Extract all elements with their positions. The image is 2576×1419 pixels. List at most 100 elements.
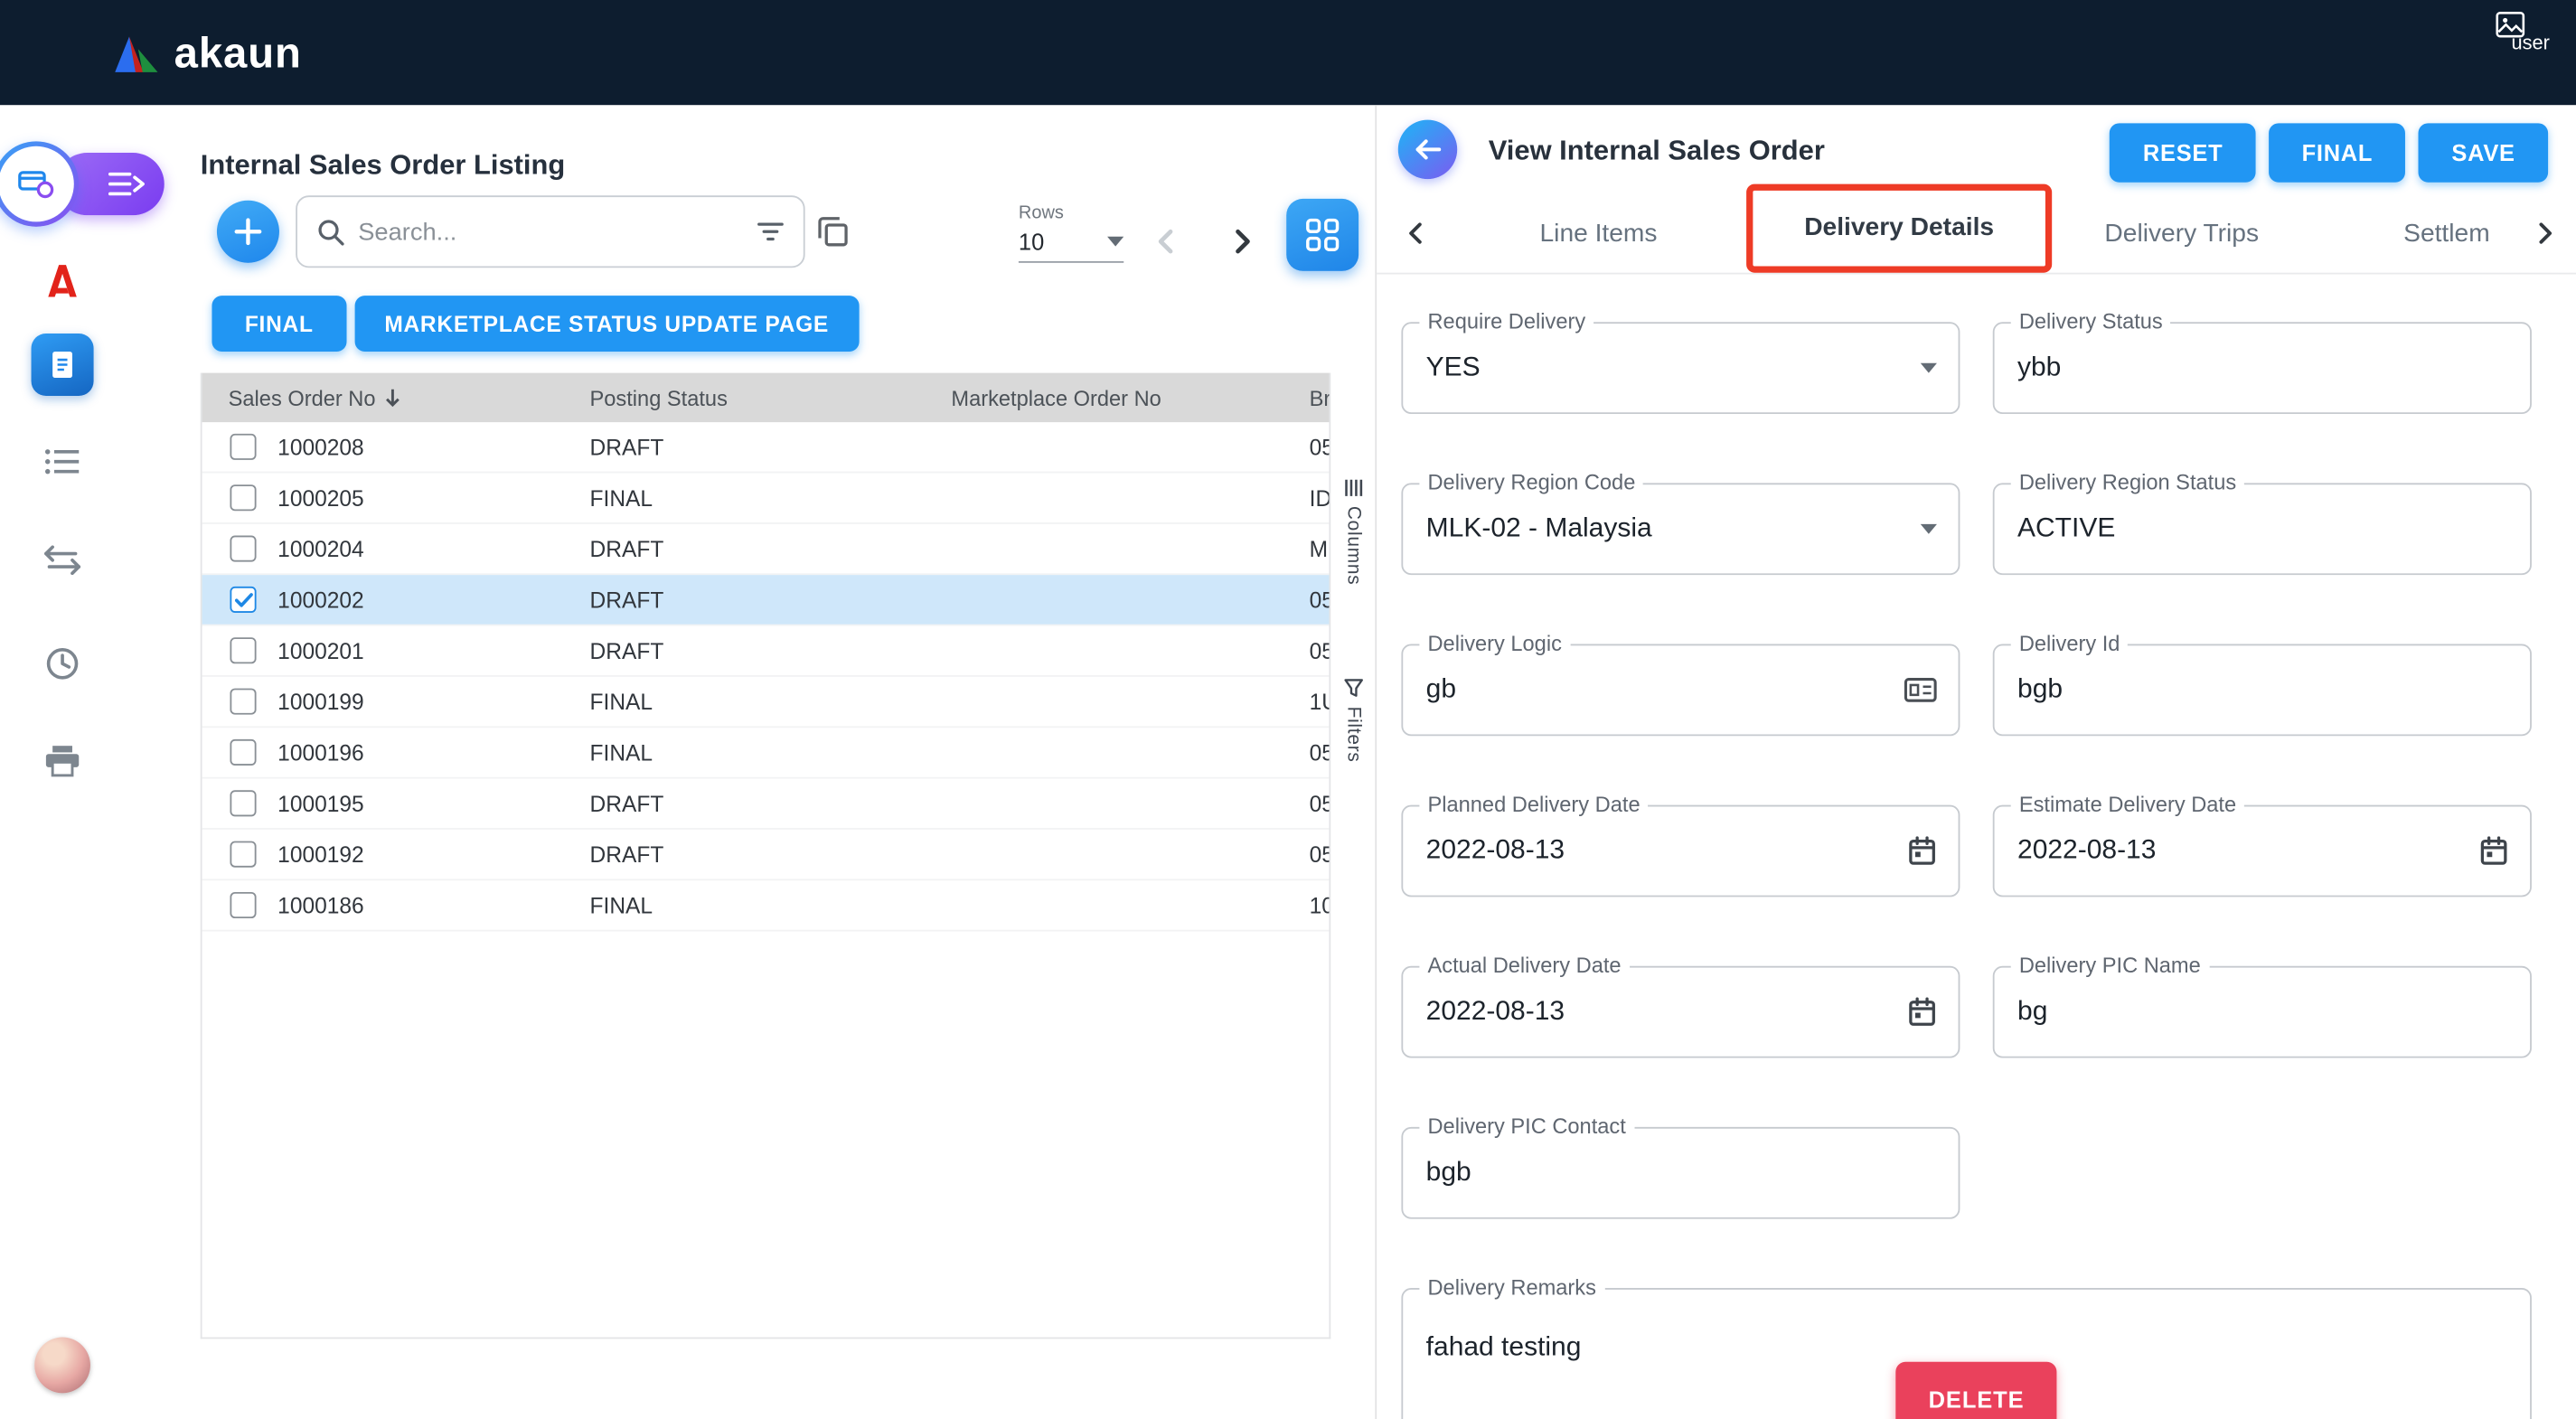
filter-list-button[interactable]: [757, 221, 784, 241]
sidebar-item-transfer[interactable]: [42, 545, 81, 575]
rows-per-page-control: Rows 10: [1019, 203, 1133, 262]
row-checkbox[interactable]: [230, 689, 256, 715]
table-row-selected[interactable]: 1000202 DRAFT 05: [202, 575, 1330, 625]
rows-per-page-select[interactable]: 10: [1019, 229, 1123, 263]
detail-title: View Internal Sales Order: [1489, 135, 1825, 167]
tab-delivery-trips[interactable]: Delivery Trips: [2083, 193, 2280, 274]
page-title: Internal Sales Order Listing: [201, 149, 566, 182]
cell-order-no: 1000208: [268, 435, 589, 459]
field-delivery-region-status[interactable]: Delivery Region Status ACTIVE: [1993, 483, 2532, 575]
grid-icon: [1304, 217, 1340, 253]
sidebar-item-print[interactable]: [43, 744, 80, 776]
user-avatar-broken[interactable]: user: [2495, 12, 2550, 54]
sort-desc-icon: [384, 388, 400, 408]
final-button[interactable]: FINAL: [2269, 123, 2405, 182]
swap-arrows-icon: [42, 545, 81, 575]
payment-fab[interactable]: [0, 141, 79, 227]
table-row[interactable]: 1000208 DRAFT 05: [202, 422, 1330, 473]
list-icon: [43, 446, 80, 476]
funnel-icon: [1343, 679, 1363, 699]
field-require-delivery[interactable]: Require Delivery YES: [1401, 322, 1960, 414]
cell-branch: 05: [1310, 740, 1330, 765]
cell-branch: 05: [1310, 791, 1330, 815]
cell-posting-status: DRAFT: [590, 587, 952, 612]
table-row[interactable]: 1000204 DRAFT M: [202, 524, 1330, 575]
column-header-branch[interactable]: Br: [1310, 385, 1330, 409]
save-button[interactable]: SAVE: [2419, 123, 2548, 182]
table-row[interactable]: 1000196 FINAL 05: [202, 728, 1330, 778]
table-row[interactable]: 1000201 DRAFT 05: [202, 626, 1330, 677]
column-header-marketplace-order-no[interactable]: Marketplace Order No: [951, 385, 1309, 409]
table-row[interactable]: 1000186 FINAL 10: [202, 880, 1330, 931]
row-checkbox[interactable]: [230, 739, 256, 766]
chevron-left-icon: [1152, 227, 1181, 257]
tabs-scroll-right-button[interactable]: [2528, 217, 2561, 249]
brand-name: akaun: [174, 27, 302, 78]
grid-view-button[interactable]: [1286, 199, 1359, 271]
sidebar-item-acrobat[interactable]: [41, 259, 83, 302]
contact-card-icon[interactable]: [1904, 677, 1937, 703]
field-delivery-logic[interactable]: Delivery Logic gb: [1401, 644, 1960, 736]
previous-page-button[interactable]: [1152, 227, 1181, 257]
row-checkbox[interactable]: [230, 892, 256, 918]
calendar-icon[interactable]: [1907, 835, 1937, 867]
filters-tab[interactable]: Filters: [1330, 679, 1375, 763]
table-row[interactable]: 1000192 DRAFT 05: [202, 830, 1330, 880]
cell-order-no: 1000192: [268, 842, 589, 867]
calendar-icon[interactable]: [2479, 835, 2509, 867]
row-checkbox[interactable]: [230, 841, 256, 868]
field-actual-delivery-date[interactable]: Actual Delivery Date 2022-08-13: [1401, 966, 1960, 1058]
column-header-posting-status[interactable]: Posting Status: [590, 385, 952, 409]
row-checkbox[interactable]: [230, 484, 256, 511]
add-button[interactable]: [217, 201, 279, 263]
table-row[interactable]: 1000195 DRAFT 05: [202, 779, 1330, 830]
final-filter-button[interactable]: FINAL: [212, 296, 346, 352]
field-delivery-id[interactable]: Delivery Id bgb: [1993, 644, 2532, 736]
cell-order-no: 1000196: [268, 740, 589, 765]
tab-delivery-details-active[interactable]: Delivery Details: [1746, 184, 2052, 273]
check-icon: [234, 592, 252, 606]
marketplace-status-update-button[interactable]: MARKETPLACE STATUS UPDATE PAGE: [355, 296, 859, 352]
rows-label: Rows: [1019, 203, 1133, 223]
calendar-icon[interactable]: [1907, 996, 1937, 1028]
row-checkbox-checked[interactable]: [230, 587, 256, 613]
columns-tab[interactable]: Columns: [1330, 478, 1375, 585]
table-row[interactable]: 1000199 FINAL 1U: [202, 677, 1330, 728]
field-delivery-pic-contact[interactable]: Delivery PIC Contact bgb: [1401, 1127, 1960, 1219]
delivery-details-form: Require Delivery YES Delivery Status ybb…: [1401, 322, 2556, 1419]
cell-branch: 05: [1310, 435, 1330, 459]
field-delivery-pic-name[interactable]: Delivery PIC Name bg: [1993, 966, 2532, 1058]
column-header-sales-order-no[interactable]: Sales Order No: [202, 385, 590, 409]
cell-order-no: 1000204: [268, 536, 589, 560]
columns-icon: [1343, 478, 1363, 498]
tabs-scroll-left-button[interactable]: [1403, 221, 1429, 247]
back-button[interactable]: [1398, 120, 1457, 179]
field-delivery-region-code[interactable]: Delivery Region Code MLK-02 - Malaysia: [1401, 483, 1960, 575]
cell-branch: 10: [1310, 893, 1330, 917]
table-row[interactable]: 1000205 FINAL ID: [202, 473, 1330, 523]
chevron-down-icon[interactable]: [1921, 524, 1937, 534]
row-checkbox[interactable]: [230, 434, 256, 460]
field-delivery-status[interactable]: Delivery Status ybb: [1993, 322, 2532, 414]
profile-avatar[interactable]: [33, 1338, 89, 1394]
field-estimate-delivery-date[interactable]: Estimate Delivery Date 2022-08-13: [1993, 805, 2532, 897]
sidebar-item-billing[interactable]: [31, 334, 93, 396]
sidebar-item-list[interactable]: [43, 446, 80, 476]
brand[interactable]: akaun: [115, 0, 302, 105]
next-page-button[interactable]: [1227, 227, 1257, 257]
delete-button[interactable]: DELETE: [1895, 1362, 2057, 1419]
cell-branch: 05: [1310, 638, 1330, 663]
row-checkbox[interactable]: [230, 790, 256, 816]
row-checkbox[interactable]: [230, 637, 256, 663]
sidebar-item-history[interactable]: [43, 645, 80, 681]
search-input[interactable]: [358, 218, 744, 246]
chevron-down-icon[interactable]: [1921, 363, 1937, 373]
cell-branch: 1U: [1310, 689, 1330, 713]
tab-settlement[interactable]: Settlem: [2403, 193, 2505, 274]
tab-line-items[interactable]: Line Items: [1491, 193, 1705, 274]
history-clock-icon: [43, 645, 80, 681]
field-planned-delivery-date[interactable]: Planned Delivery Date 2022-08-13: [1401, 805, 1960, 897]
duplicate-page-button[interactable]: [816, 215, 849, 248]
row-checkbox[interactable]: [230, 536, 256, 562]
reset-button[interactable]: RESET: [2111, 123, 2256, 182]
